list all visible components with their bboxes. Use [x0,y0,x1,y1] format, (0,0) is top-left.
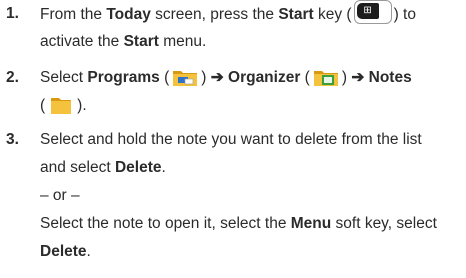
text: soft key, select [331,215,437,232]
text: key ( [313,6,352,23]
notes-label: Notes [364,69,412,86]
text: . [86,243,91,260]
text: ) [201,69,211,86]
instructions-page: 1. From the Today screen, press the Star… [0,0,466,278]
text: Select [40,69,88,86]
text: From the [40,6,107,23]
organizer-label: Organizer [223,69,301,86]
text: ) [341,69,352,86]
step-number: 1. [6,5,19,22]
step-body: From the Today screen, press the Start k… [40,0,416,56]
step-line: (). [40,92,412,120]
text: menu. [158,33,207,50]
step-line: activate the Start menu. [40,28,416,56]
text: ( [159,69,170,86]
arrow: ➔ [351,69,365,86]
text: Select the note to open it, select the [40,215,291,232]
step-line: and select Delete. [40,154,437,182]
text: . [161,159,166,176]
delete-label: Delete [40,243,87,260]
text: ( [300,69,310,86]
text: ) to [393,6,416,23]
text: activate the [40,33,124,50]
programs-folder-icon [173,71,198,86]
text: ). [77,97,87,114]
step-line: Select and hold the note you want to del… [40,131,422,148]
step-line: From the Today screen, press the Start k… [40,0,416,28]
delete-label: Delete [114,159,162,176]
step-number: 3. [6,131,19,148]
start-menu-label: Start [123,33,159,50]
notes-folder-icon [51,98,72,114]
step-line: Delete. [40,238,437,266]
windows-start-key-icon: ⊞ [353,0,392,24]
text: screen, press the [150,6,279,23]
menu-label: Menu [290,215,332,232]
step-number: 2. [6,69,19,86]
step-body: Select Programs () ➔ Organizer () ➔ Note… [40,64,412,120]
step-line: Select Programs () ➔ Organizer () ➔ Note… [40,64,412,92]
start-label: Start [278,6,314,23]
today-label: Today [106,6,151,23]
organizer-folder-icon [313,71,338,86]
or-separator: – or – [40,187,80,204]
step-line: Select the note to open it, select the M… [40,210,437,238]
step-body: Select and hold the note you want to del… [40,126,437,266]
text: ( [40,97,46,114]
programs-label: Programs [87,69,160,86]
text: and select [40,159,115,176]
arrow: ➔ [210,69,224,86]
